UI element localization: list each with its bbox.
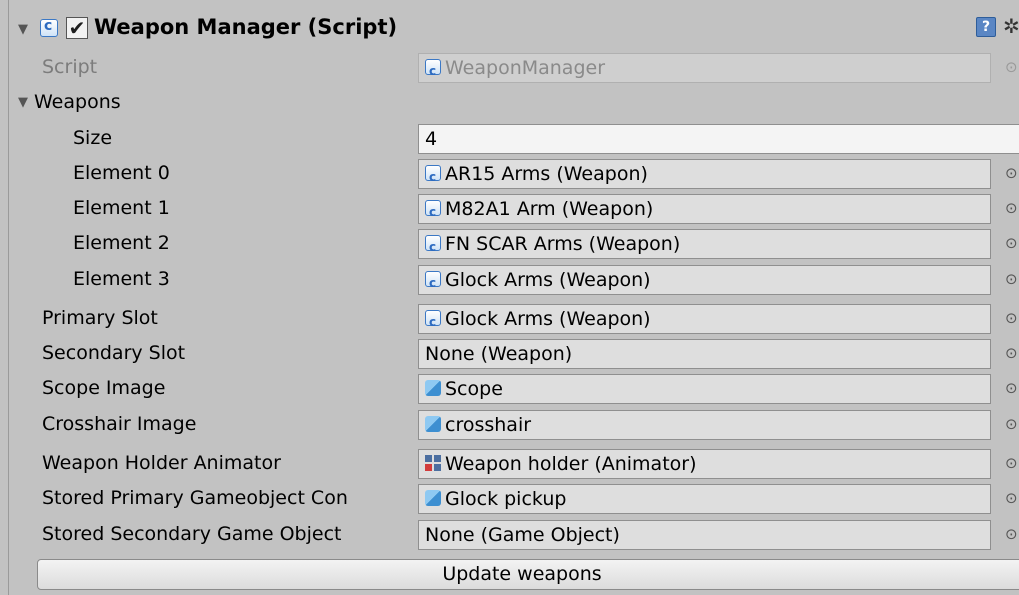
stored-primary-row: Stored Primary Gameobject Con Glock pick…	[0, 481, 1019, 516]
stored-primary-field[interactable]: Glock pickup	[418, 484, 991, 514]
element-object-field[interactable]: Glock Arms (Weapon)	[418, 265, 991, 295]
update-weapons-button[interactable]: Update weapons	[37, 559, 1019, 590]
object-picker-icon[interactable]: ⊙	[1005, 371, 1018, 406]
element-label: Element 2	[73, 232, 170, 254]
stored-secondary-row: Stored Secondary Game Object None (Game …	[0, 517, 1019, 552]
field-label: Stored Secondary Game Object	[42, 523, 342, 545]
field-value: None (Game Object)	[425, 524, 620, 546]
foldout-arrow-icon[interactable]: ▼	[18, 23, 28, 36]
secondary-slot-row: Secondary Slot None (Weapon) ⊙	[0, 336, 1019, 371]
element-value: FN SCAR Arms (Weapon)	[445, 233, 681, 255]
field-label: Stored Primary Gameobject Con	[42, 487, 348, 509]
field-value: Scope	[445, 378, 503, 400]
field-value: Glock Arms (Weapon)	[445, 308, 651, 330]
weapon-holder-animator-field[interactable]: Weapon holder (Animator)	[418, 449, 991, 479]
crosshair-image-field[interactable]: crosshair	[418, 410, 991, 440]
script-label: Script	[42, 56, 98, 78]
script-icon	[425, 308, 441, 333]
script-icon	[425, 233, 441, 258]
element-value: M82A1 Arm (Weapon)	[445, 198, 654, 220]
script-row: Script WeaponManager ⊙	[0, 50, 1019, 85]
inspector-panel: ▼ ✔ Weapon Manager (Script) ? ✲ Script W…	[0, 0, 1019, 595]
field-label: Weapon Holder Animator	[42, 452, 281, 474]
script-icon	[425, 269, 441, 294]
primary-slot-row: Primary Slot Glock Arms (Weapon) ⊙	[0, 301, 1019, 336]
weapon-holder-animator-row: Weapon Holder Animator Weapon holder (An…	[0, 446, 1019, 481]
stored-secondary-field[interactable]: None (Game Object)	[418, 520, 991, 550]
element-object-field[interactable]: AR15 Arms (Weapon)	[418, 159, 991, 189]
element-row: Element 3 Glock Arms (Weapon) ⊙	[0, 262, 1019, 297]
animator-icon	[425, 455, 441, 471]
primary-slot-field[interactable]: Glock Arms (Weapon)	[418, 304, 991, 334]
object-picker-icon: ⊙	[1005, 58, 1018, 76]
scope-image-field[interactable]: Scope	[418, 374, 991, 404]
element-value: AR15 Arms (Weapon)	[445, 163, 648, 185]
component-title[interactable]: Weapon Manager (Script)	[94, 15, 397, 39]
element-object-field[interactable]: FN SCAR Arms (Weapon)	[418, 229, 991, 259]
crosshair-image-row: Crosshair Image crosshair ⊙	[0, 407, 1019, 442]
element-row: Element 1 M82A1 Arm (Weapon) ⊙	[0, 191, 1019, 226]
object-picker-icon[interactable]: ⊙	[1005, 481, 1018, 516]
object-picker-icon[interactable]: ⊙	[1005, 336, 1018, 371]
prefab-cube-icon	[425, 490, 441, 506]
element-label: Element 1	[73, 197, 170, 219]
object-picker-icon[interactable]: ⊙	[1005, 301, 1018, 336]
enabled-checkbox[interactable]: ✔	[66, 17, 88, 39]
element-label: Element 3	[73, 268, 170, 290]
object-picker-icon[interactable]: ⊙	[1005, 156, 1018, 191]
size-label: Size	[73, 127, 113, 149]
object-picker-icon[interactable]: ⊙	[1005, 446, 1018, 481]
field-value: Glock pickup	[445, 488, 567, 510]
scope-image-row: Scope Image Scope ⊙	[0, 371, 1019, 406]
field-label: Primary Slot	[42, 307, 158, 329]
script-icon	[425, 163, 441, 188]
field-value: Weapon holder (Animator)	[445, 453, 697, 475]
prefab-cube-icon	[425, 416, 441, 432]
size-input[interactable]: 4	[418, 124, 1019, 154]
field-label: Crosshair Image	[42, 413, 197, 435]
field-label: Scope Image	[42, 377, 166, 399]
script-icon	[40, 18, 58, 37]
field-value: None (Weapon)	[425, 343, 573, 365]
prefab-cube-icon	[425, 380, 441, 396]
gear-icon[interactable]: ✲	[1003, 16, 1019, 36]
element-row: Element 2 FN SCAR Arms (Weapon) ⊙	[0, 226, 1019, 261]
foldout-arrow-icon[interactable]: ▼	[18, 96, 28, 109]
object-picker-icon[interactable]: ⊙	[1005, 226, 1018, 261]
weapons-foldout-row[interactable]: ▼ Weapons	[0, 85, 1019, 120]
element-object-field[interactable]: M82A1 Arm (Weapon)	[418, 194, 991, 224]
help-icon[interactable]: ?	[976, 17, 996, 37]
script-icon	[425, 198, 441, 223]
object-picker-icon[interactable]: ⊙	[1005, 407, 1018, 442]
field-value: crosshair	[445, 414, 532, 436]
size-value[interactable]: 4	[425, 128, 437, 150]
size-row: Size 4	[0, 121, 1019, 156]
object-picker-icon[interactable]: ⊙	[1005, 517, 1018, 552]
script-icon	[425, 57, 441, 82]
weapons-label[interactable]: Weapons	[34, 85, 121, 120]
secondary-slot-field[interactable]: None (Weapon)	[418, 339, 991, 369]
element-value: Glock Arms (Weapon)	[445, 269, 651, 291]
element-row: Element 0 AR15 Arms (Weapon) ⊙	[0, 156, 1019, 191]
script-value: WeaponManager	[445, 57, 606, 79]
field-label: Secondary Slot	[42, 342, 186, 364]
script-field: WeaponManager	[418, 53, 991, 83]
element-label: Element 0	[73, 162, 170, 184]
object-picker-icon[interactable]: ⊙	[1005, 191, 1018, 226]
object-picker-icon[interactable]: ⊙	[1005, 262, 1018, 297]
